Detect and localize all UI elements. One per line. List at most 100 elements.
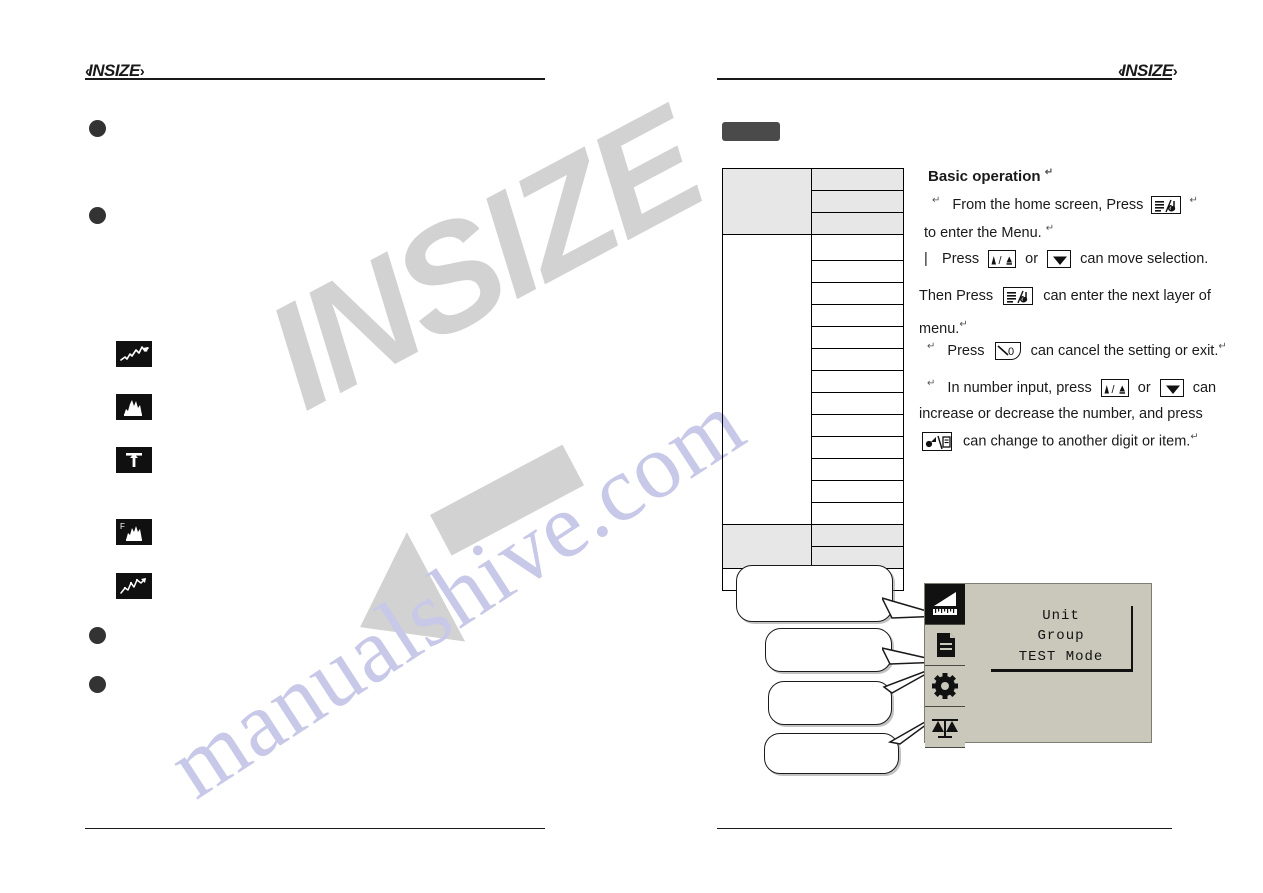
bullet-2 [89,207,106,224]
right-page: ‹INSIZE› Basic operation ↵ ↵ From the ho… [632,0,1263,893]
instruction-line-3-text-b: or [1025,250,1039,267]
svg-text:/: / [999,255,1003,267]
instruction-line-1-text: From the home screen, Press [952,196,1144,213]
bullet-3 [89,627,106,644]
instruction-line-2-text: to enter the Menu. [924,224,1042,241]
instruction-line-6-text-a: Press [947,342,985,359]
footer-rule-right [717,828,1172,829]
svg-text:F: F [120,522,125,531]
trend-line-icon [116,341,152,367]
instruction-line-4: Then Press can enter the next layer of [919,287,1211,305]
logo-arrow-right-icon: › [1172,63,1178,80]
bullet-4 [89,676,106,693]
instruction-line-7-text-b: or [1137,379,1151,396]
specification-table [722,168,904,591]
table-cell-value [811,212,904,235]
table-cell-value [811,190,904,213]
lcd-menu-list: Unit Group TEST Mode [991,606,1133,672]
table-cell-value [811,524,904,547]
instruction-line-5: menu.↵ [919,319,968,337]
balance-scale-icon[interactable] [925,707,965,748]
table-cell-label [722,168,812,235]
shift-item-key-icon [922,432,952,451]
menu-enter-key-icon [1003,287,1034,305]
instruction-line-3-text-c: can move selection. [1080,250,1209,267]
callout-bubble-3 [768,681,892,725]
table-cell-label [722,524,812,569]
paragraph-mark: | [924,250,928,267]
paragraph-mark: ↵ [959,319,968,330]
specification-table-body [722,168,904,591]
up-key-icon: / [1100,379,1129,397]
paragraph-mark: ↵ [927,341,936,352]
table-cell-value [811,234,904,261]
down-key-icon [1159,379,1184,397]
lcd-menu-item-test-mode[interactable]: TEST Mode [991,647,1131,667]
paragraph-mark: ↵ [1045,223,1055,234]
instruction-line-9: can change to another digit or item.↵ [922,432,1199,451]
footer-rule-left [85,828,545,829]
table-cell-value [811,392,904,415]
table-cell-value [811,260,904,283]
tolerance-arrow-icon [116,447,152,473]
table-cell-label [722,234,812,525]
scatter-trend-icon [116,573,152,599]
paragraph-mark: ↵ [1190,431,1199,443]
lcd-menu-item-unit[interactable]: Unit [991,606,1131,626]
instruction-line-6-text-b: can cancel the setting or exit. [1030,342,1219,359]
table-row [722,234,904,525]
table-cell-value [811,436,904,459]
table-cell-value [811,370,904,393]
table-cell-value [811,304,904,327]
histogram-icon [116,394,152,420]
header-rule-left [85,78,545,80]
instruction-line-1: ↵ From the home screen, Press ↵ [932,196,1198,214]
instruction-line-8: increase or decrease the number, and pre… [919,407,1203,422]
instruction-line-7: ↵ In number input, press / or can [927,379,1216,397]
lcd-menu-item-group[interactable]: Group [991,626,1131,646]
table-cell-value [811,326,904,349]
callout-bubble-4 [764,733,899,774]
table-cell-value [811,480,904,503]
section-tab-chip [722,122,780,141]
paragraph-mark: ↵ [1218,341,1227,352]
instruction-line-8-text: increase or decrease the number, and pre… [919,406,1203,422]
instruction-line-4-text-b: can enter the next layer of [1043,287,1211,304]
instruction-line-4-text-a: Then Press [919,287,994,304]
bullet-1 [89,120,106,137]
menu-enter-key-icon [1151,196,1182,214]
svg-text:0: 0 [1008,346,1014,358]
svg-text:/: / [1111,384,1115,396]
table-row [722,524,904,569]
instruction-line-9-text: can change to another digit or item. [963,433,1191,450]
instruction-line-2: to enter the Menu. ↵ [924,223,1055,241]
paragraph-mark: ↵ [1189,195,1198,206]
table-cell-value [811,282,904,305]
table-cell-value [811,414,904,437]
instruction-line-5-text: menu. [919,320,960,337]
callout-bubble-1 [736,565,893,622]
table-cell-value [811,502,904,525]
table-cell-value [811,458,904,481]
paragraph-mark: ↵ [927,378,936,389]
instruction-line-7-text-c: can [1192,379,1217,396]
histogram-f-icon: F [116,519,152,545]
instruction-line-7-text-a: In number input, press [947,379,1092,396]
gear-icon[interactable] [925,666,965,707]
header-rule-right [717,78,1172,80]
instruction-line-6: ↵ Press 0 can cancel the setting or exit… [927,342,1227,360]
left-page: ‹INSIZE› F [0,0,631,893]
paragraph-mark: ↵ [932,195,941,206]
device-lcd-screen: Unit Group TEST Mode [924,583,1152,748]
instruction-line-3: | Press / or can move selection. [924,250,1208,268]
brand-logo-right: ‹INSIZE› [1118,62,1178,80]
table-row [722,168,904,235]
measure-ruler-icon[interactable] [925,584,965,625]
instruction-line-3-text-a: Press [942,250,980,267]
document-icon[interactable] [925,625,965,666]
table-cell-value [811,168,904,191]
basic-operation-heading: Basic operation ↵ [928,167,1054,185]
table-cell-value [811,348,904,371]
callout-bubble-2 [765,628,892,672]
brand-logo-left: ‹INSIZE› [85,62,145,79]
